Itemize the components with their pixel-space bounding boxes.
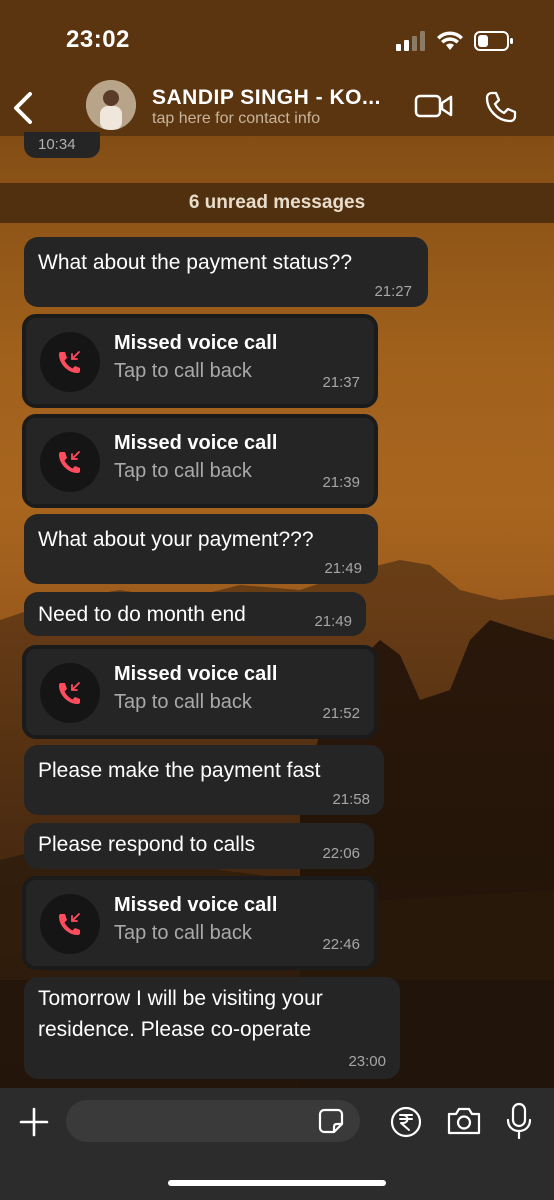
message-time: 21:49 — [314, 613, 352, 630]
message-input[interactable] — [66, 1100, 360, 1142]
message-text: What about the payment status?? — [38, 251, 353, 274]
message-text-line: Tomorrow I will be visiting your — [38, 987, 323, 1010]
message-text: Please make the payment fast — [38, 759, 321, 782]
missed-call-bubble[interactable]: Missed voice call Tap to call back 21:39 — [22, 414, 378, 508]
message-text: What about your payment??? — [38, 528, 314, 551]
missed-call-bubble[interactable]: Missed voice call Tap to call back 21:52 — [22, 645, 378, 739]
message-time: 10:34 — [38, 136, 76, 153]
video-call-icon[interactable] — [414, 92, 454, 120]
sticker-icon[interactable] — [318, 1108, 344, 1134]
message-bubble[interactable]: Tomorrow I will be visiting your residen… — [24, 977, 400, 1079]
missed-call-icon — [40, 663, 100, 723]
message-time: 23:00 — [348, 1053, 386, 1070]
microphone-icon[interactable] — [506, 1102, 532, 1140]
call-title: Missed voice call — [114, 663, 278, 685]
status-bar: 23:02 — [0, 0, 554, 80]
message-time: 21:39 — [322, 474, 360, 491]
call-back-hint: Tap to call back — [114, 922, 252, 944]
missed-call-icon — [40, 894, 100, 954]
missed-call-bubble[interactable]: Missed voice call Tap to call back 21:37 — [22, 314, 378, 408]
call-back-hint: Tap to call back — [114, 460, 252, 482]
back-icon[interactable] — [10, 90, 36, 126]
missed-call-icon — [40, 432, 100, 492]
message-text-line: residence. Please co-operate — [38, 1018, 312, 1041]
home-indicator — [168, 1180, 386, 1186]
message-bubble[interactable]: Please make the payment fast 21:58 — [24, 745, 384, 815]
input-bar — [0, 1088, 554, 1200]
wifi-icon — [437, 31, 463, 50]
message-time: 21:49 — [324, 560, 362, 577]
message-time: 22:06 — [322, 845, 360, 862]
chat-header[interactable]: SANDIP SINGH - KO... tap here for contac… — [0, 80, 554, 136]
unread-banner: 6 unread messages — [0, 183, 554, 223]
voice-call-icon[interactable] — [484, 90, 518, 124]
missed-call-bubble[interactable]: Missed voice call Tap to call back 22:46 — [22, 876, 378, 970]
message-time: 21:52 — [322, 705, 360, 722]
message-time: 21:37 — [322, 374, 360, 391]
message-time: 21:27 — [374, 283, 412, 300]
message-bubble[interactable]: What about the payment status?? 21:27 — [24, 237, 428, 307]
battery-icon — [474, 31, 513, 51]
contact-name[interactable]: SANDIP SINGH - KO... — [152, 86, 381, 110]
contact-info-hint[interactable]: tap here for contact info — [152, 110, 320, 128]
signal-icon — [396, 31, 425, 51]
previous-message-time: 10:34 — [24, 132, 100, 158]
camera-icon[interactable] — [446, 1106, 482, 1136]
call-title: Missed voice call — [114, 432, 278, 454]
message-bubble[interactable]: Please respond to calls 22:06 — [24, 823, 374, 869]
missed-call-icon — [40, 332, 100, 392]
call-title: Missed voice call — [114, 332, 278, 354]
call-title: Missed voice call — [114, 894, 278, 916]
message-bubble[interactable]: Need to do month end 21:49 — [24, 592, 366, 636]
call-back-hint: Tap to call back — [114, 360, 252, 382]
message-time: 21:58 — [332, 791, 370, 808]
avatar[interactable] — [86, 80, 136, 130]
status-time: 23:02 — [66, 26, 130, 53]
attach-plus-icon[interactable] — [18, 1106, 50, 1138]
message-time: 22:46 — [322, 936, 360, 953]
message-text: Please respond to calls — [38, 833, 256, 856]
message-text: Need to do month end — [38, 603, 246, 626]
call-back-hint: Tap to call back — [114, 691, 252, 713]
message-bubble[interactable]: What about your payment??? 21:49 — [24, 514, 378, 584]
payment-rupee-icon[interactable] — [390, 1106, 422, 1138]
